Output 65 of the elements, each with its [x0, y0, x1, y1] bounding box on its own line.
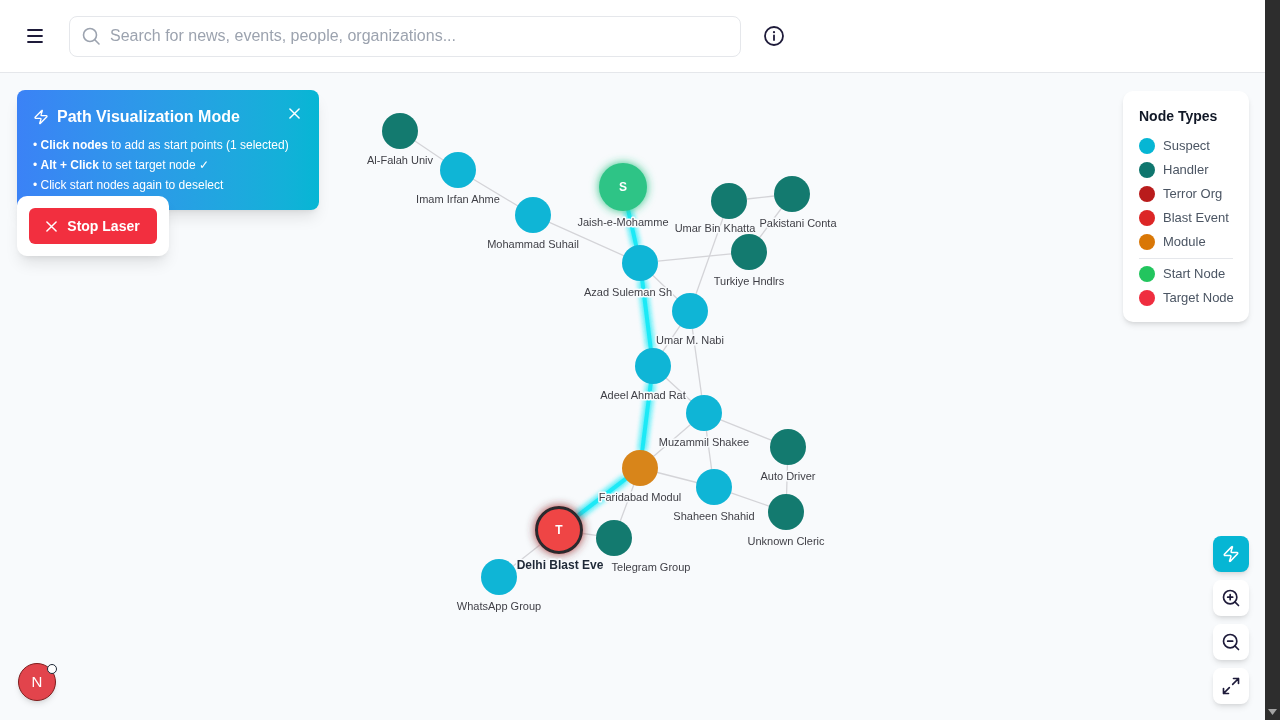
legend-label: Start Node: [1163, 265, 1226, 284]
node-label: Turkiye Hndlrs: [713, 275, 785, 287]
lightning-icon: [1222, 545, 1240, 563]
graph-node[interactable]: [711, 183, 747, 219]
node-label: Unknown Cleric: [747, 535, 825, 547]
lightning-icon: [33, 109, 49, 125]
node-label: Mohammad Suhail: [487, 238, 579, 250]
node-label: Umar Bin Khatta: [674, 222, 756, 234]
node-label: Pakistani Conta: [759, 217, 837, 229]
graph-node[interactable]: [672, 293, 708, 329]
legend-label: Handler: [1163, 161, 1209, 180]
legend-label: Module: [1163, 233, 1206, 252]
node-label: Imam Irfan Ahme: [416, 193, 500, 205]
zoom-in-icon: [1221, 588, 1241, 608]
graph-node[interactable]: [622, 450, 658, 486]
laser-toggle-button[interactable]: [1213, 536, 1249, 572]
zoom-out-button[interactable]: [1213, 624, 1249, 660]
graph-node[interactable]: [596, 520, 632, 556]
legend-label: Terror Org: [1163, 185, 1223, 204]
graph-node[interactable]: [515, 197, 551, 233]
legend-label: Target Node: [1163, 289, 1234, 308]
info-icon[interactable]: [764, 26, 784, 46]
graph-node[interactable]: [382, 113, 418, 149]
graph-node[interactable]: [635, 348, 671, 384]
cross-icon: [46, 220, 58, 232]
stop-laser-button[interactable]: Stop Laser: [29, 208, 157, 244]
graph-node[interactable]: [731, 234, 767, 270]
zoom-out-icon: [1221, 632, 1241, 652]
node-label: Shaheen Shahid: [673, 510, 755, 522]
instruction-text: • Click nodes to add as start points (1 selected): [33, 137, 290, 154]
node-label: Telegram Group: [611, 561, 691, 573]
graph-node[interactable]: [440, 152, 476, 188]
graph-node[interactable]: [774, 176, 810, 212]
graph-node[interactable]: [686, 395, 722, 431]
node-letter-label: S: [619, 180, 627, 194]
legend-title: Node Types: [1139, 107, 1219, 126]
node-label: Delhi Blast Eve: [516, 558, 604, 572]
search-field[interactable]: Search for news, events, people, organizations...: [69, 15, 741, 57]
graph-node[interactable]: [599, 163, 647, 211]
graph-node[interactable]: [535, 506, 583, 554]
zoom-in-button[interactable]: [1213, 580, 1249, 616]
scrollbar[interactable]: [1265, 0, 1280, 720]
instruction-text: • Alt + Click to set target node ✓: [33, 157, 210, 174]
node-label: Auto Driver: [760, 470, 816, 482]
legend-label: Suspect: [1163, 137, 1210, 156]
node-label: Al-Falah Univ: [367, 154, 433, 166]
graph-node[interactable]: [622, 245, 658, 281]
fullscreen-button[interactable]: [1213, 668, 1249, 704]
menu-icon[interactable]: [27, 29, 43, 43]
instruction-text: • Click start nodes again to deselect: [33, 177, 225, 194]
panel-title: Path Visualization Mode: [57, 107, 240, 127]
expand-arrows-icon: [1221, 676, 1241, 696]
node-label: Umar M. Nabi: [656, 334, 724, 346]
node-label: WhatsApp Group: [456, 600, 542, 612]
node-label: Muzammil Shakee: [658, 436, 750, 448]
avatar-button[interactable]: N: [18, 663, 56, 701]
graph-node[interactable]: [696, 469, 732, 505]
node-letter-label: T: [555, 523, 563, 537]
legend-label: Blast Event: [1163, 209, 1229, 228]
close-icon[interactable]: [289, 108, 300, 119]
graph-node[interactable]: [768, 494, 804, 530]
graph-node[interactable]: [770, 429, 806, 465]
scroll-down-arrow-icon[interactable]: [1268, 709, 1277, 715]
graph-node[interactable]: [481, 559, 517, 595]
search-icon: [82, 26, 100, 45]
